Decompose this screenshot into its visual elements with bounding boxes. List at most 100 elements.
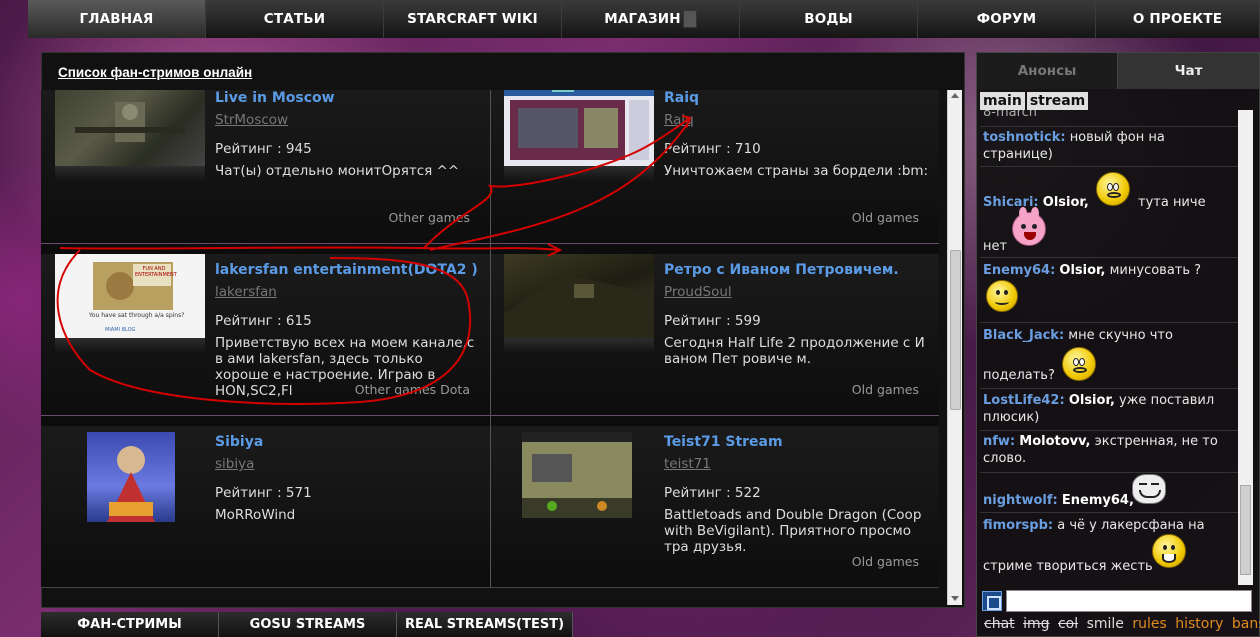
chat-nick[interactable]: nfw: <box>983 434 1015 449</box>
stream-category[interactable]: Old games <box>852 554 919 569</box>
stream-category[interactable]: Other games <box>389 210 470 225</box>
chat-tool-smile[interactable]: smile <box>1087 616 1124 632</box>
stream-card[interactable]: Teist71 Stream teist71 Рейтинг : 522 Bat… <box>490 426 939 588</box>
stream-card[interactable]: Sibiya sibiya Рейтинг : 571 MoRRoWind <box>41 426 490 588</box>
nav-wiki-label: STARCRAFT WIKI <box>407 11 538 27</box>
stream-user[interactable]: teist71 <box>664 456 711 472</box>
stream-thumbnail[interactable] <box>504 254 654 338</box>
nav-starcraft-wiki[interactable]: STARCRAFT WIKI <box>384 0 562 38</box>
stream-user[interactable]: lakersfan <box>215 284 277 300</box>
stream-category[interactable]: Old games <box>852 210 919 225</box>
chat-nick[interactable]: toshnotick: <box>983 130 1066 145</box>
chat-mention[interactable]: Molotovv, <box>1019 434 1090 449</box>
thumbnail-image <box>522 432 632 518</box>
chat-nick[interactable]: Enemy64: <box>983 263 1055 278</box>
stream-card[interactable]: FUN AND ENTERTAINMENT You have sat throu… <box>41 254 490 426</box>
tab-fan-streams[interactable]: ФАН-СТРИМЫ <box>41 612 219 637</box>
stream-title[interactable]: lakersfan entertainment(DOTA2 ) <box>215 262 478 278</box>
panel-title[interactable]: Список фан-стримов онлайн <box>58 65 252 80</box>
nav-water[interactable]: ВОДЫ <box>740 0 918 38</box>
stream-card[interactable]: Ретро с Иваном Петровичем. ProudSoul Рей… <box>490 254 939 426</box>
stream-rating: Рейтинг : 945 <box>215 141 312 157</box>
stream-rating: Рейтинг : 615 <box>215 313 312 329</box>
stream-user[interactable]: StrMoscow <box>215 112 288 128</box>
channel-main-button[interactable]: main <box>980 92 1025 110</box>
channel-stream-button[interactable]: stream <box>1026 92 1089 110</box>
stream-thumbnail[interactable] <box>55 90 205 166</box>
stream-user[interactable]: ProudSoul <box>664 284 732 300</box>
nav-shop[interactable]: МАГАЗИН <box>562 0 740 38</box>
chat-nick[interactable]: nightwolf: <box>983 493 1058 508</box>
chat-toolbar: chat img col smile rules history bans <box>984 616 1260 632</box>
chat-separator <box>980 166 1238 167</box>
tab-announcements[interactable]: Анонсы <box>977 53 1118 89</box>
chat-text: а чё у лакерсфана на <box>1057 518 1205 533</box>
stream-thumbnail[interactable] <box>87 432 175 522</box>
stream-card[interactable]: Raiq Raiq Рейтинг : 710 Уничтожаем стран… <box>490 90 939 254</box>
stream-rating: Рейтинг : 710 <box>664 141 761 157</box>
nav-forum[interactable]: ФОРУМ <box>918 0 1096 38</box>
nav-articles[interactable]: СТАТЬИ <box>206 0 384 38</box>
chat-text: минусовать ? <box>1109 263 1202 278</box>
tab-chat[interactable]: Чат <box>1118 53 1259 89</box>
chat-mention[interactable]: Enemy64, <box>1062 493 1134 508</box>
stream-title[interactable]: Raiq <box>664 90 699 106</box>
smiley-icon <box>1062 347 1096 381</box>
thumbnail-caption: FUN AND ENTERTAINMENT <box>135 266 177 278</box>
chat-nick[interactable]: LostLife42: <box>983 393 1065 408</box>
thumbnail-subcaption: You have sat through a/a spins? <box>89 312 185 319</box>
scroll-thumb[interactable] <box>950 250 961 410</box>
stream-title[interactable]: Teist71 Stream <box>664 434 783 450</box>
stream-user[interactable]: Raiq <box>664 112 694 128</box>
stream-rating: Рейтинг : 571 <box>215 485 312 501</box>
troll-face-icon <box>1132 474 1166 504</box>
stream-thumbnail[interactable]: FUN AND ENTERTAINMENT You have sat throu… <box>55 254 205 338</box>
stream-thumbnail[interactable] <box>504 90 654 166</box>
nav-about[interactable]: О ПРОЕКТЕ <box>1096 0 1260 38</box>
chat-nick[interactable]: Black_Jack: <box>983 328 1064 343</box>
stream-thumbnail[interactable] <box>522 432 632 518</box>
chat-mention[interactable]: Olsior, <box>1069 393 1115 408</box>
chat-tool-history[interactable]: history <box>1175 616 1223 632</box>
chat-scrollbar[interactable] <box>1238 110 1253 585</box>
chat-mention[interactable]: Olsior, <box>1043 195 1089 210</box>
stream-list-scrollbar[interactable] <box>947 90 962 605</box>
stream-rating: Рейтинг : 522 <box>664 485 761 501</box>
stream-title[interactable]: Live in Moscow <box>215 90 335 106</box>
chat-input[interactable] <box>1006 590 1252 612</box>
smiley-icon <box>1152 534 1186 568</box>
nav-main[interactable]: ГЛАВНАЯ <box>28 0 206 38</box>
chat-nick[interactable]: fimorspb: <box>983 518 1053 533</box>
chat-mention[interactable]: Olsior, <box>1059 263 1105 278</box>
chat-separator <box>980 257 1238 258</box>
tab-real-streams[interactable]: REAL STREAMS(TEST) <box>397 612 573 637</box>
stream-user[interactable]: sibiya <box>215 456 254 472</box>
stream-title[interactable]: Ретро с Иваном Петровичем. <box>664 262 899 278</box>
chat-separator <box>980 388 1238 389</box>
stream-category[interactable]: Old games <box>852 382 919 397</box>
chat-tool-img[interactable]: img <box>1023 616 1049 632</box>
chat-tool-rules[interactable]: rules <box>1132 616 1166 632</box>
stream-description: Уничтожаем страны за бордели :bm: <box>664 163 929 179</box>
scroll-up-icon[interactable] <box>951 93 959 98</box>
chat-tool-bans[interactable]: bans <box>1232 616 1260 632</box>
chat-text-cont: стриме твориться жесть <box>983 559 1153 574</box>
tab-gosu-streams[interactable]: GOSU STREAMS <box>219 612 397 637</box>
thumbnail-links: MIAMI BLOG <box>105 327 136 333</box>
chat-separator <box>980 472 1238 473</box>
stream-title[interactable]: Sibiya <box>215 434 263 450</box>
chat-tool-col[interactable]: col <box>1058 616 1078 632</box>
scroll-down-icon[interactable] <box>951 596 959 601</box>
stream-description: MoRRoWind <box>215 507 296 523</box>
chat-partial-line: 8-march <box>983 110 1038 120</box>
thumbnail-shadow <box>504 338 654 354</box>
chat-scroll-thumb[interactable] <box>1240 485 1251 575</box>
chat-tool-chat[interactable]: chat <box>984 616 1015 632</box>
expand-icon[interactable] <box>982 591 1002 611</box>
chat-nick[interactable]: Shicari: <box>983 195 1039 210</box>
shop-icon <box>682 10 697 28</box>
stream-card[interactable]: Live in Moscow StrMoscow Рейтинг : 945 Ч… <box>41 90 490 254</box>
thumbnail-image <box>504 274 654 338</box>
chat-message: Enemy64: Olsior, минусовать ? <box>983 262 1235 279</box>
stream-category[interactable]: Other games Dota <box>355 382 470 397</box>
